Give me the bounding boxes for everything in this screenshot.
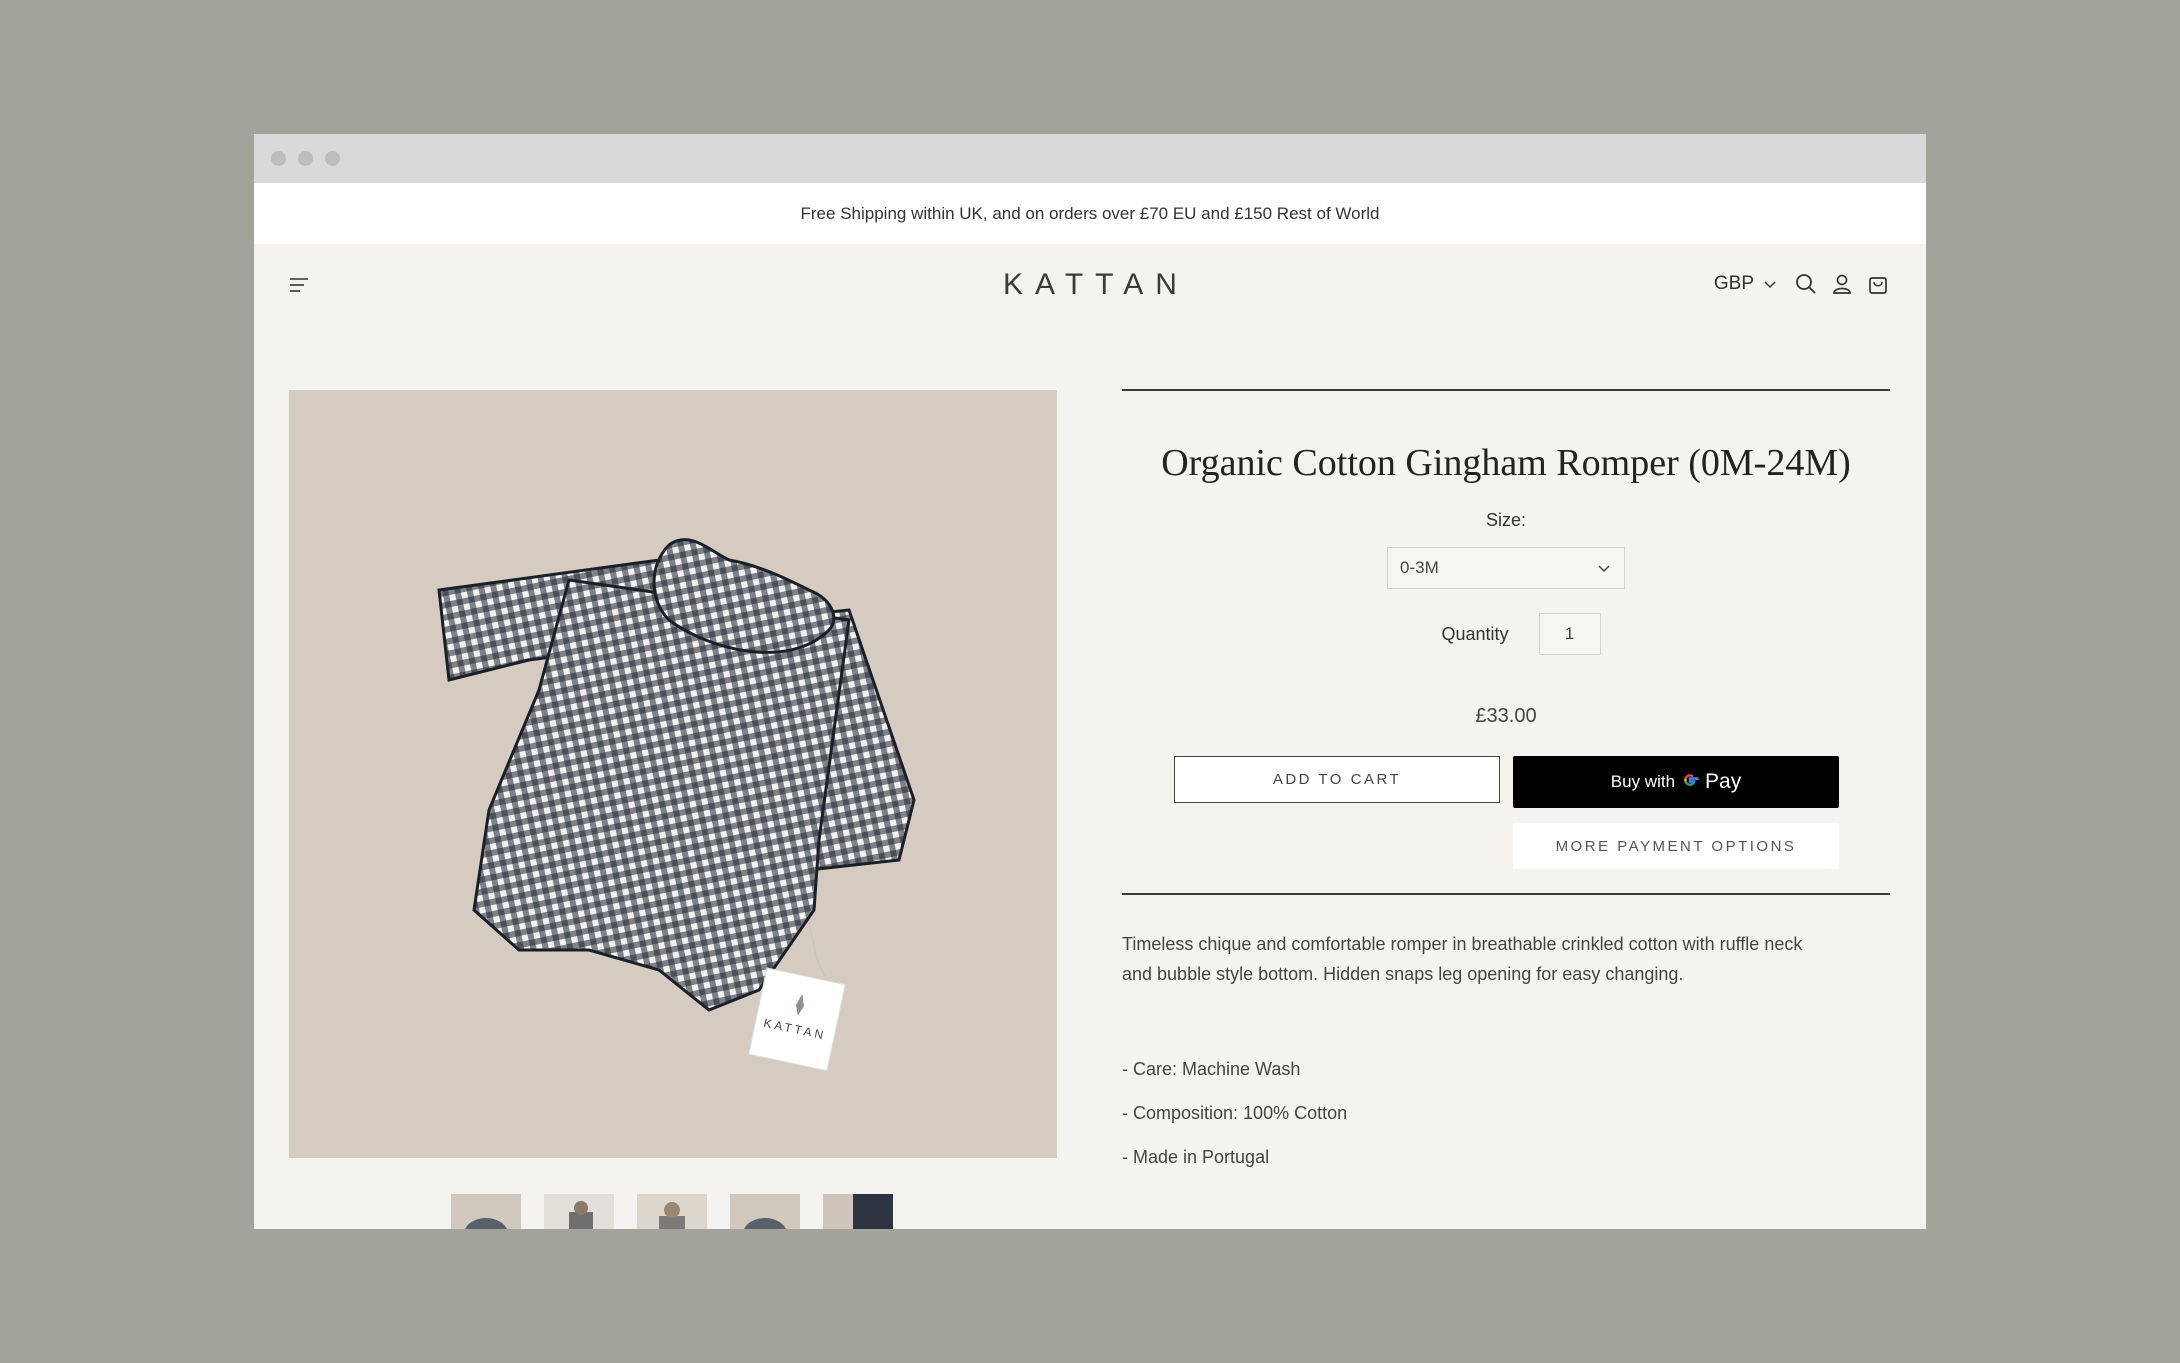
currency-selector[interactable]: GBP	[1714, 273, 1776, 295]
spec-origin: - Made in Portugal	[1122, 1147, 1270, 1167]
thumbnail-2[interactable]	[544, 1194, 614, 1229]
size-selected-value: 0-3M	[1400, 558, 1439, 577]
announcement-bar: Free Shipping within UK, and on orders o…	[254, 183, 1926, 244]
thumbnail-4[interactable]	[730, 1194, 800, 1229]
product-price: £33.00	[1475, 705, 1537, 727]
window-maximize-dot[interactable]	[325, 151, 340, 166]
add-to-cart-button[interactable]: ADD TO CART	[1174, 756, 1500, 803]
account-icon[interactable]	[1830, 272, 1854, 296]
quantity-label: Quantity	[1441, 623, 1509, 644]
thumbnail-1[interactable]	[451, 1194, 521, 1229]
window-close-dot[interactable]	[271, 151, 286, 166]
spec-composition: - Composition: 100% Cotton	[1122, 1103, 1348, 1123]
google-g-icon	[1681, 771, 1699, 794]
brand-logo[interactable]: KATTAN	[254, 268, 1926, 302]
search-icon[interactable]	[1794, 272, 1818, 296]
divider-top	[1122, 389, 1890, 391]
browser-chrome	[254, 134, 1926, 183]
product-details: Organic Cotton Gingham Romper (0M-24M) S…	[1122, 389, 1890, 1191]
product-main-image[interactable]: KATTAN	[289, 390, 1057, 1158]
size-select[interactable]: 0-3M	[1387, 547, 1625, 589]
announcement-text: Free Shipping within UK, and on orders o…	[800, 203, 1380, 223]
product-specs: - Care: Machine Wash - Composition: 100%…	[1122, 1059, 1890, 1168]
window-minimize-dot[interactable]	[298, 151, 313, 166]
spec-care: - Care: Machine Wash	[1122, 1059, 1301, 1079]
thumbnail-strip	[451, 1194, 893, 1229]
chevron-down-icon	[1598, 558, 1610, 578]
currency-label: GBP	[1713, 273, 1754, 294]
site-header: KATTAN GBP	[254, 244, 1926, 326]
quantity-input[interactable]: 1	[1538, 613, 1601, 655]
google-pay-button[interactable]: Buy with Pay	[1513, 756, 1839, 808]
cart-icon[interactable]	[1866, 272, 1890, 296]
purchase-buttons: ADD TO CART Buy with Pay MORE PAYMENT OP…	[1122, 756, 1890, 896]
gpay-buy-with-label: Buy with	[1610, 772, 1676, 791]
product-description: Timeless chique and comfortable romper i…	[1122, 934, 1803, 984]
thumbnail-3[interactable]	[637, 1194, 707, 1229]
gpay-pay-label: Pay	[1705, 770, 1742, 793]
chevron-down-icon	[1764, 273, 1776, 295]
header-actions: GBP	[1714, 272, 1890, 296]
quantity-row: Quantity 1	[1122, 613, 1890, 655]
product-title: Organic Cotton Gingham Romper (0M-24M)	[1161, 442, 1851, 484]
size-label: Size:	[1485, 510, 1527, 530]
browser-window: Free Shipping within UK, and on orders o…	[254, 134, 1926, 1229]
thumbnail-5[interactable]	[823, 1194, 893, 1229]
more-payment-options-button[interactable]: MORE PAYMENT OPTIONS	[1513, 823, 1839, 869]
